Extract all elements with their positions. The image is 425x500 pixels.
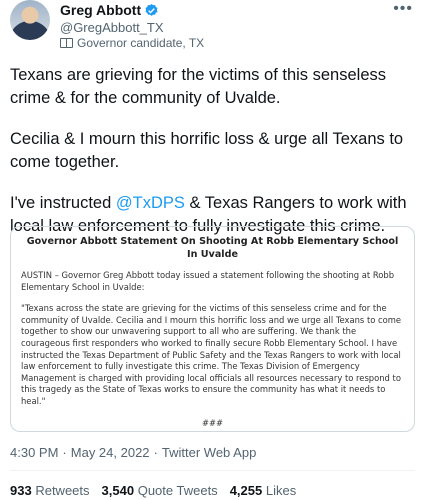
divider [10,470,415,471]
tweet-meta: 4:30 PM · May 24, 2022 · Twitter Web App [10,445,256,460]
likes-count: 4,255 [229,483,263,498]
display-name[interactable]: Greg Abbott [60,2,141,18]
name-row: Greg Abbott [60,2,159,18]
affiliation-label: Governor candidate, TX [60,36,204,50]
more-options-icon[interactable]: ••• [393,0,413,18]
tweet-source[interactable]: Twitter Web App [162,445,256,460]
mention-link[interactable]: @TxDPS [116,194,185,212]
likes-label: Likes [265,483,297,498]
statement-title: Governor Abbott Statement On Shooting At… [26,236,399,260]
tweet-header: Greg Abbott @GregAbbott_TX Governor cand… [10,0,415,52]
statement-body: AUSTIN – Governor Greg Abbott today issu… [21,270,404,408]
handle[interactable]: @GregAbbott_TX [60,20,164,35]
quote-tweets-label: Quote Tweets [137,483,218,498]
retweets-count: 933 [10,483,32,498]
meta-separator: · [62,445,67,460]
avatar[interactable] [10,0,50,40]
tweet-paragraph-1: Texans are grieving for the victims of t… [10,66,386,107]
meta-separator: · [153,445,158,460]
retweets-label: Retweets [35,483,90,498]
tweet-date[interactable]: May 24, 2022 [71,445,150,460]
statement-intro: AUSTIN – Governor Greg Abbott today issu… [21,270,395,292]
verified-badge-icon [145,3,158,16]
statement-end-mark: ### [201,417,224,428]
tweet-time[interactable]: 4:30 PM [10,445,58,460]
government-label-icon [60,38,73,48]
tweet-text-before-mention: I've instructed [10,194,116,212]
affiliation-text: Governor candidate, TX [77,36,205,50]
statement-quote: "Texans across the state are grieving fo… [21,303,402,406]
quote-tweets-stat[interactable]: 3,540 Quote Tweets [102,483,218,498]
engagement-stats: 933 Retweets 3,540 Quote Tweets 4,255 Li… [10,483,296,498]
quote-tweets-count: 3,540 [101,483,135,498]
tweet-paragraph-2: Cecilia & I mourn this horrific loss & u… [10,130,404,171]
retweets-stat[interactable]: 933 Retweets [10,483,90,498]
statement-image[interactable]: Governor Abbott Statement On Shooting At… [10,226,415,432]
likes-stat[interactable]: 4,255 Likes [230,483,297,498]
